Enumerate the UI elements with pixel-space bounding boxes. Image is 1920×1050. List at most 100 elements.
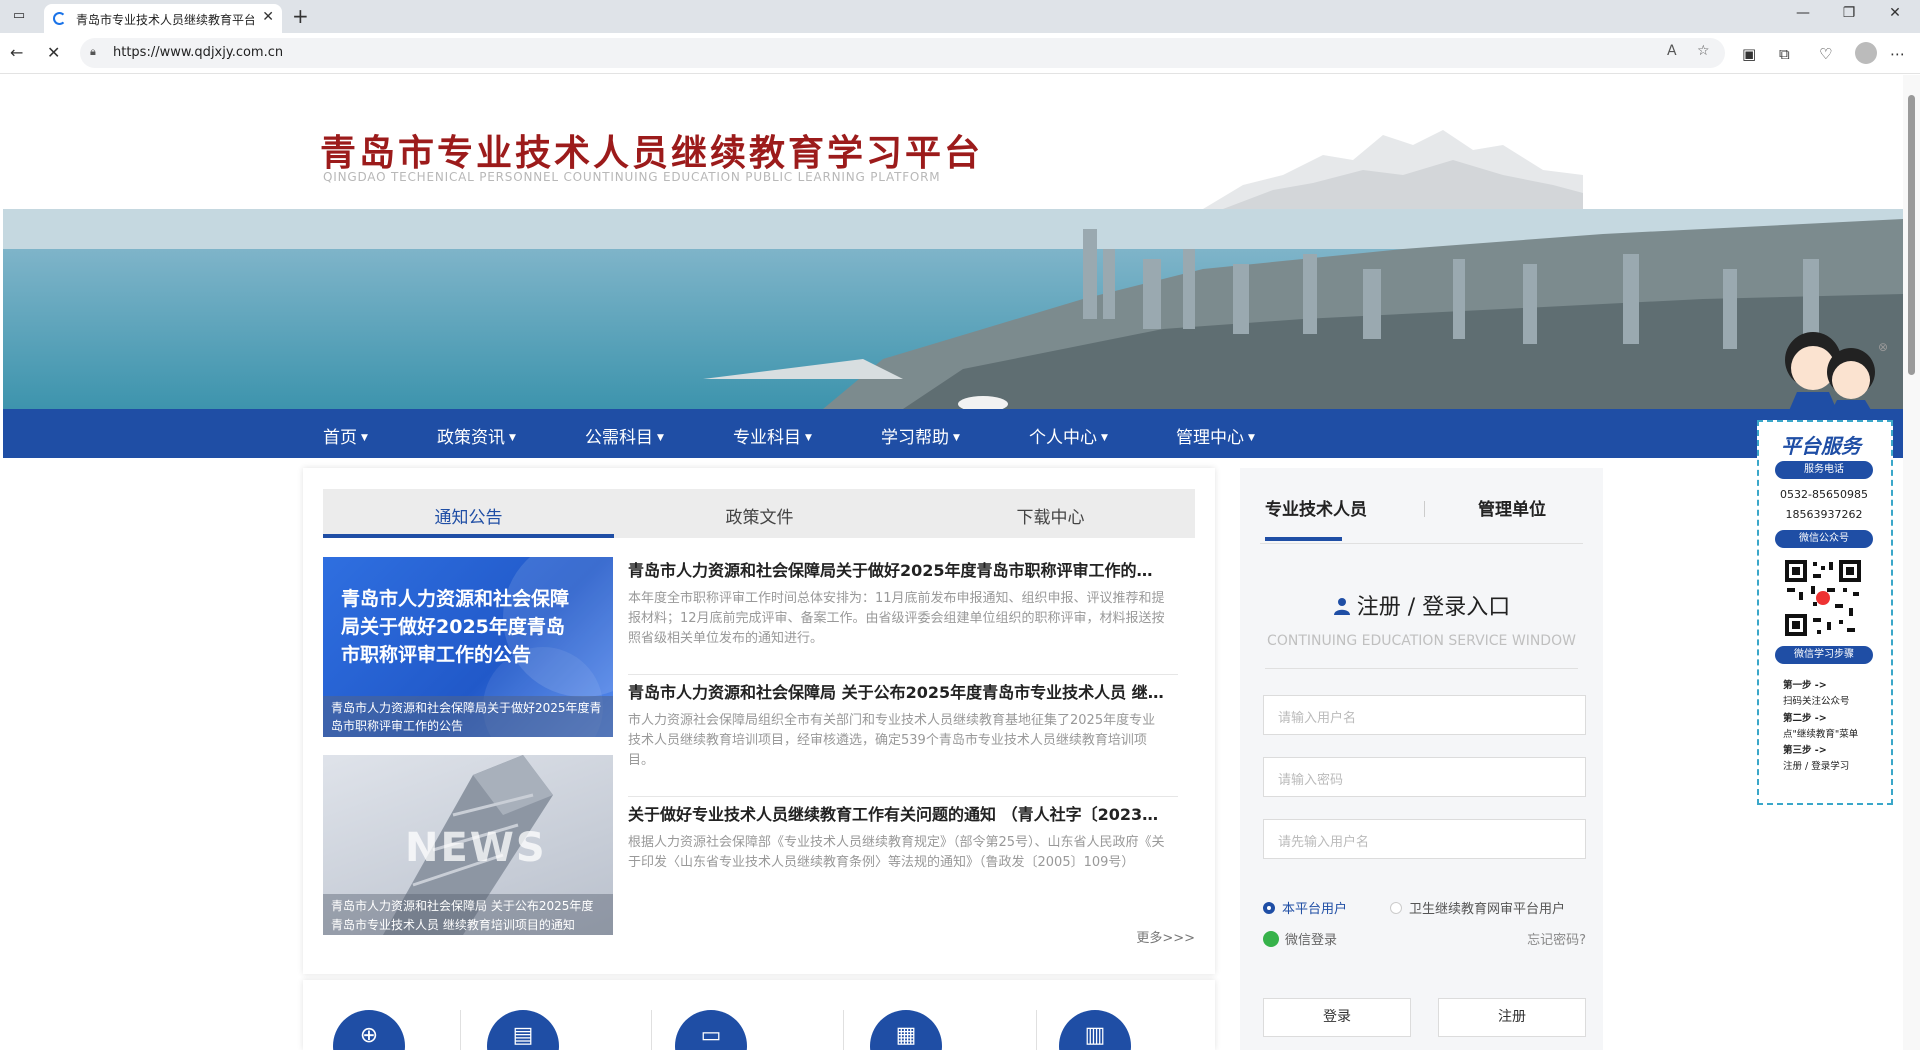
tab-professional-staff[interactable]: 专业技术人员 xyxy=(1265,495,1367,520)
radio-health-user[interactable]: 卫生继续教育网审平台用户 xyxy=(1390,898,1565,917)
radio-selected-icon xyxy=(1263,902,1275,914)
caret-down-icon: ▼ xyxy=(1101,433,1108,443)
wechat-steps-label: 微信学习步骤 xyxy=(1775,646,1873,664)
collections-icon[interactable]: ▣ xyxy=(1742,45,1756,63)
nav-learning-help[interactable]: 学习帮助 ▼ xyxy=(881,423,960,448)
active-tab-indicator xyxy=(1265,537,1342,541)
tab-policy-documents[interactable]: 政策文件 xyxy=(614,503,905,528)
news-title[interactable]: 青岛市人力资源和社会保障局关于做好2025年度青岛市职称评审工作的公告 xyxy=(628,557,1168,581)
login-panel: 专业技术人员 管理单位 注册 / 登录入口 CONTINUING EDUCATI… xyxy=(1240,468,1603,1050)
radio-unselected-icon xyxy=(1390,902,1402,914)
username-field[interactable]: 请输入用户名 xyxy=(1263,695,1586,735)
step-3-detail: 注册 / 登录学习 xyxy=(1783,761,1850,772)
mountain-decoration xyxy=(1203,130,1583,209)
phone-number-2: 18563937262 xyxy=(1785,508,1863,521)
news-item[interactable]: 青岛市人力资源和社会保障局 关于公布2025年度青岛市专业技术人员 继续教育培训… xyxy=(628,679,1178,797)
favorite-star-icon[interactable]: ☆ xyxy=(1697,43,1710,59)
briefcase-icon[interactable]: ▤ xyxy=(487,1010,559,1050)
sidebar-toggle-icon[interactable]: ▭ xyxy=(10,7,28,25)
browser-tab[interactable]: 青岛市专业技术人员继续教育平台 ✕ xyxy=(44,4,282,33)
close-window-icon[interactable]: ✕ xyxy=(1872,5,1918,21)
services-row: ⊕ ▤ ▭ ▦ ▥ xyxy=(303,980,1215,1050)
calendar-icon[interactable]: ▦ xyxy=(870,1010,942,1050)
caret-down-icon: ▼ xyxy=(509,433,516,443)
news-summary: 本年度全市职称评审工作时间总体安排为：11月底前发布申报通知、组织申报、评议推荐… xyxy=(628,591,1165,646)
close-widget-icon[interactable]: ⊗ xyxy=(1878,340,1888,354)
login-heading: 注册 / 登录入口 xyxy=(1240,589,1603,621)
news-title[interactable]: 关于做好专业技术人员继续教育工作有关问题的通知 （青人社字〔2023〕… xyxy=(628,801,1168,825)
wechat-official-label: 微信公众号 xyxy=(1775,530,1873,548)
news-panel: 通知公告 政策文件 下载中心 青岛市人力资源和社会保障局关于做好2025年度青岛… xyxy=(303,468,1215,974)
read-aloud-icon[interactable]: A xyxy=(1667,43,1677,59)
caret-down-icon: ▼ xyxy=(805,433,812,443)
news-tabs: 通知公告 政策文件 下载中心 xyxy=(323,489,1195,538)
browser-tab-bar: ▭ 青岛市专业技术人员继续教育平台 ✕ + — ❐ ✕ xyxy=(0,0,1920,33)
stop-icon[interactable]: ✕ xyxy=(47,43,60,62)
news-item[interactable]: 青岛市人力资源和社会保障局关于做好2025年度青岛市职称评审工作的公告 本年度全… xyxy=(628,557,1178,675)
divider xyxy=(1265,668,1578,669)
browser-essentials-icon[interactable]: ♡ xyxy=(1819,45,1832,63)
wechat-icon xyxy=(1263,931,1279,947)
extensions-icon[interactable]: ⧉ xyxy=(1779,45,1790,63)
new-tab-icon[interactable]: + xyxy=(292,4,309,28)
login-subheading: CONTINUING EDUCATION SERVICE WINDOW xyxy=(1267,633,1576,649)
divider xyxy=(651,1010,652,1050)
step-3: 第三步 -> xyxy=(1783,745,1827,756)
address-bar: ← ✕ 🔒︎ https://www.qdjxjy.com.cn A ☆ ▣ ⧉… xyxy=(0,33,1920,74)
news-image-text: NEWS xyxy=(405,825,547,871)
site-header: 青岛市专业技术人员继续教育学习平台 QINGDAO TECHENICAL PER… xyxy=(3,75,1903,209)
third-field[interactable]: 请先输入用户名 xyxy=(1263,819,1586,859)
card-icon[interactable]: ▭ xyxy=(675,1010,747,1050)
nav-home[interactable]: 首页 ▼ xyxy=(323,423,368,448)
step-1: 第一步 -> xyxy=(1783,680,1827,691)
web-page: 青岛市专业技术人员继续教育学习平台 QINGDAO TECHENICAL PER… xyxy=(3,75,1903,1050)
featured-image-caption: 青岛市人力资源和社会保障局关于做好2025年度青岛市职称评审工作的公告 xyxy=(323,696,613,737)
caret-down-icon: ▼ xyxy=(657,433,664,443)
page-scrollbar[interactable] xyxy=(1903,75,1920,1050)
tab-separator xyxy=(1424,501,1425,517)
back-icon[interactable]: ← xyxy=(10,43,23,62)
profile-avatar[interactable] xyxy=(1855,42,1877,64)
nav-public-courses[interactable]: 公需科目 ▼ xyxy=(585,423,664,448)
divider xyxy=(1036,1010,1037,1050)
service-widget: ⊗ 平台服务 服务电话 0532-85650985 18563937262 微信… xyxy=(1753,320,1895,805)
more-menu-icon[interactable]: ⋯ xyxy=(1890,45,1905,63)
login-button[interactable]: 登录 xyxy=(1263,998,1411,1037)
tab-notices[interactable]: 通知公告 xyxy=(323,503,614,528)
news-item[interactable]: 关于做好专业技术人员继续教育工作有关问题的通知 （青人社字〔2023〕… 根据人… xyxy=(628,801,1178,919)
active-tab-indicator xyxy=(323,534,614,538)
user-icon xyxy=(1333,598,1350,615)
step-2-detail: 点"继续教育"菜单 xyxy=(1783,729,1859,740)
loading-icon xyxy=(53,12,66,25)
wechat-login-link[interactable]: 微信登录 xyxy=(1263,929,1337,948)
tab-download-center[interactable]: 下载中心 xyxy=(905,503,1196,528)
document-icon[interactable]: ▥ xyxy=(1059,1010,1131,1050)
tab-management-unit[interactable]: 管理单位 xyxy=(1478,495,1546,520)
restore-icon[interactable]: ❐ xyxy=(1826,5,1872,21)
url-field[interactable]: 🔒︎ https://www.qdjxjy.com.cn A ☆ xyxy=(80,38,1725,68)
nav-management-center[interactable]: 管理中心 ▼ xyxy=(1176,423,1255,448)
password-field[interactable]: 请输入密码 xyxy=(1263,757,1586,797)
lock-icon: 🔒︎ xyxy=(90,45,96,58)
phone-number-1: 0532-85650985 xyxy=(1780,488,1868,501)
nav-policy-news[interactable]: 政策资讯 ▼ xyxy=(437,423,516,448)
divider xyxy=(843,1010,844,1050)
radio-platform-user[interactable]: 本平台用户 xyxy=(1263,898,1347,917)
scroll-thumb[interactable] xyxy=(1908,95,1915,375)
nav-professional-courses[interactable]: 专业科目 ▼ xyxy=(733,423,812,448)
register-button[interactable]: 注册 xyxy=(1438,998,1586,1037)
login-heading-text: 注册 / 登录入口 xyxy=(1356,595,1511,620)
close-tab-icon[interactable]: ✕ xyxy=(262,9,274,25)
featured-image-title: 青岛市人力资源和社会保障局关于做好2025年度青岛市职称评审工作的公告 xyxy=(341,588,570,666)
customer-service-avatars xyxy=(1785,332,1877,420)
more-link[interactable]: 更多>>> xyxy=(1136,927,1195,946)
featured-news-image-1[interactable]: 青岛市人力资源和社会保障局关于做好2025年度青岛市职称评审工作的公告 青岛市人… xyxy=(323,557,613,737)
forgot-password-link[interactable]: 忘记密码? xyxy=(1527,929,1586,948)
site-title: 青岛市专业技术人员继续教育学习平台 xyxy=(320,132,984,174)
minimize-icon[interactable]: — xyxy=(1780,5,1826,21)
add-user-icon[interactable]: ⊕ xyxy=(333,1010,405,1050)
divider xyxy=(1260,543,1583,544)
news-title[interactable]: 青岛市人力资源和社会保障局 关于公布2025年度青岛市专业技术人员 继续教育培训… xyxy=(628,679,1168,703)
featured-news-image-2[interactable]: NEWS 青岛市人力资源和社会保障局 关于公布2025年度青岛市专业技术人员 继… xyxy=(323,755,613,935)
nav-personal-center[interactable]: 个人中心 ▼ xyxy=(1029,423,1108,448)
